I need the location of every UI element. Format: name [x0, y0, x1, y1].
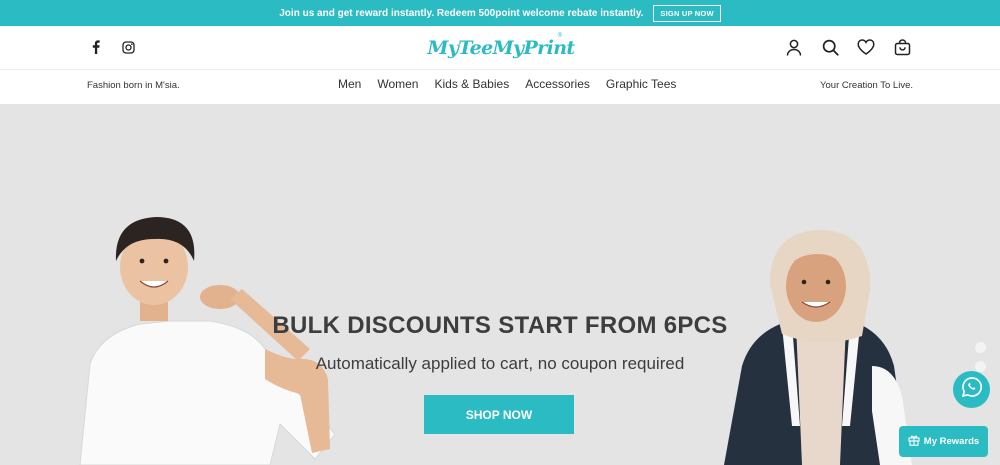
menu-item-graphic-tees[interactable]: Graphic Tees [606, 77, 676, 91]
social-links [89, 39, 135, 55]
hero-model-right-image [724, 230, 912, 465]
hero-subtitle: Automatically applied to cart, no coupon… [315, 354, 685, 373]
my-rewards-button[interactable]: My Rewards [899, 426, 988, 457]
site-header: MyTeeMyPrint ® [0, 26, 1000, 70]
hero-title: BULK DISCOUNTS START FROM 6PCS [272, 312, 728, 339]
heart-icon[interactable] [857, 38, 875, 56]
gift-icon [908, 434, 920, 449]
main-menu: Men Women Kids & Babies Accessories Grap… [338, 77, 676, 91]
slider-dots [975, 342, 986, 372]
site-logo[interactable]: MyTeeMyPrint ® [427, 32, 575, 64]
logo-text: MyTeeMyPrint [427, 37, 575, 59]
tagline-right: Your Creation To Live. [820, 80, 913, 91]
slider-dot-2[interactable] [975, 361, 986, 372]
my-rewards-label: My Rewards [923, 436, 980, 447]
header-tools [785, 38, 911, 56]
menu-item-accessories[interactable]: Accessories [525, 77, 590, 91]
slider-dot-1[interactable] [975, 342, 986, 353]
instagram-icon[interactable] [121, 39, 135, 55]
menu-item-kids-babies[interactable]: Kids & Babies [434, 77, 509, 91]
announcement-text: Join us and get reward instantly. Redeem… [279, 7, 644, 19]
user-icon[interactable] [785, 38, 803, 56]
menu-item-women[interactable]: Women [377, 77, 418, 91]
menu-item-men[interactable]: Men [338, 77, 361, 91]
whatsapp-chat-button[interactable] [953, 371, 990, 408]
tagline-left: Fashion born in M'sia. [87, 80, 180, 91]
announcement-bar: Join us and get reward instantly. Redeem… [0, 0, 1000, 26]
logo-registered-mark: ® [557, 33, 562, 39]
shop-now-button[interactable]: SHOP NOW [424, 395, 574, 434]
hero-banner: BULK DISCOUNTS START FROM 6PCS Automatic… [0, 104, 1000, 465]
facebook-icon[interactable] [89, 39, 103, 55]
whatsapp-icon [961, 376, 983, 403]
sub-navigation: Fashion born in M'sia. Men Women Kids & … [0, 71, 1000, 104]
sign-up-button[interactable]: SIGN UP NOW [653, 4, 721, 22]
cart-icon[interactable] [893, 38, 911, 56]
search-icon[interactable] [821, 38, 839, 56]
